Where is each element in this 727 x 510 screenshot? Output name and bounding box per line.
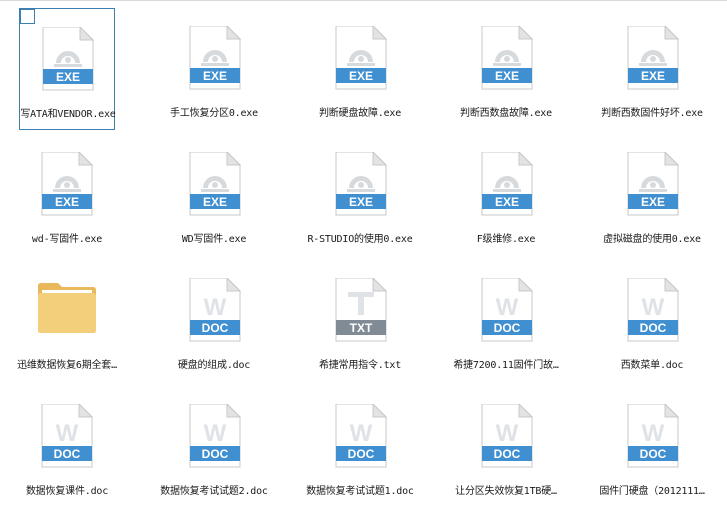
file-type-badge: DOC bbox=[348, 447, 375, 461]
file-name-label: 虚拟磁盘的使用0.exe bbox=[603, 234, 701, 245]
exe-icon: EXE bbox=[335, 152, 387, 216]
file-item[interactable]: W DOC 让分区失效恢复1TB硬… bbox=[436, 386, 576, 508]
file-type-badge: EXE bbox=[55, 195, 79, 209]
doc-icon: W DOC bbox=[335, 404, 387, 468]
file-item[interactable]: W DOC 希捷7200.11固件门故… bbox=[436, 260, 576, 382]
file-type-badge: EXE bbox=[641, 195, 665, 209]
folder-icon bbox=[37, 272, 96, 336]
doc-icon: W DOC bbox=[481, 404, 533, 468]
file-name-label: wd-写固件.exe bbox=[31, 234, 103, 245]
file-type-badge: TXT bbox=[350, 321, 373, 335]
exe-icon: EXE bbox=[627, 26, 679, 90]
doc-icon: W DOC bbox=[627, 278, 679, 342]
exe-icon: EXE bbox=[481, 26, 533, 90]
file-name-label: 判断硬盘故障.exe bbox=[318, 108, 402, 119]
file-type-badge: DOC bbox=[202, 447, 229, 461]
file-type-badge: EXE bbox=[203, 69, 227, 83]
svg-text:W: W bbox=[496, 294, 519, 321]
file-name-label: 硬盘的组成.doc bbox=[177, 360, 251, 371]
file-type-badge: EXE bbox=[495, 69, 519, 83]
file-name-label: 固件门硬盘（2012111… bbox=[599, 486, 705, 497]
file-type-badge: EXE bbox=[349, 69, 373, 83]
doc-icon: W DOC bbox=[189, 404, 241, 468]
file-item[interactable]: EXE R-STUDIO的使用0.exe bbox=[290, 134, 430, 256]
file-name-label: 判断西数盘故障.exe bbox=[460, 108, 552, 119]
file-name-label: WD写固件.exe bbox=[181, 234, 247, 245]
file-name-label: R-STUDIO的使用0.exe bbox=[307, 234, 413, 245]
file-type-badge: EXE bbox=[641, 69, 665, 83]
svg-text:W: W bbox=[204, 294, 227, 321]
selection-checkbox[interactable] bbox=[20, 9, 35, 24]
file-type-badge: DOC bbox=[494, 321, 521, 335]
file-item[interactable]: EXE wd-写固件.exe bbox=[19, 134, 115, 256]
file-name-label: 手工恢复分区0.exe bbox=[170, 108, 258, 119]
file-item[interactable]: W DOC 西数菜单.doc bbox=[582, 260, 722, 382]
file-type-badge: EXE bbox=[203, 195, 227, 209]
exe-icon: EXE bbox=[42, 27, 94, 91]
exe-icon: EXE bbox=[627, 152, 679, 216]
file-item[interactable]: 迅维数据恢复6期全套… bbox=[17, 260, 117, 382]
file-name-label: 迅维数据恢复6期全套… bbox=[17, 360, 117, 371]
file-item[interactable]: EXE F级维修.exe bbox=[436, 134, 576, 256]
file-name-label: 让分区失效恢复1TB硬… bbox=[455, 486, 557, 497]
exe-icon: EXE bbox=[335, 26, 387, 90]
doc-icon: W DOC bbox=[627, 404, 679, 468]
svg-text:W: W bbox=[642, 420, 665, 447]
file-item[interactable]: EXE 判断西数盘故障.exe bbox=[436, 8, 576, 130]
exe-icon: EXE bbox=[481, 152, 533, 216]
file-item[interactable]: EXE 手工恢复分区0.exe bbox=[144, 8, 284, 130]
file-name-label: 数据恢复课件.doc bbox=[25, 486, 109, 497]
file-item[interactable]: W DOC 固件门硬盘（2012111… bbox=[582, 386, 722, 508]
file-item[interactable]: EXE WD写固件.exe bbox=[144, 134, 284, 256]
exe-icon: EXE bbox=[189, 152, 241, 216]
doc-icon: W DOC bbox=[41, 404, 93, 468]
file-name-label: 西数菜单.doc bbox=[620, 360, 684, 371]
file-type-badge: DOC bbox=[494, 447, 521, 461]
file-item[interactable]: W DOC 数据恢复考试试题2.doc bbox=[144, 386, 284, 508]
file-type-badge: DOC bbox=[640, 447, 667, 461]
file-item[interactable]: EXE 判断硬盘故障.exe bbox=[290, 8, 430, 130]
svg-text:W: W bbox=[496, 420, 519, 447]
exe-icon: EXE bbox=[41, 152, 93, 216]
svg-text:W: W bbox=[350, 420, 373, 447]
file-item[interactable]: EXE 判断西数固件好坏.exe bbox=[582, 8, 722, 130]
file-item[interactable]: TXT 希捷常用指令.txt bbox=[290, 260, 430, 382]
file-name-label: 数据恢复考试试题1.doc bbox=[306, 486, 414, 497]
doc-icon: W DOC bbox=[481, 278, 533, 342]
file-item[interactable]: EXE 写ATA和VENDOR.exe bbox=[19, 8, 116, 130]
file-type-badge: EXE bbox=[56, 70, 80, 84]
file-name-label: 判断西数固件好坏.exe bbox=[601, 108, 703, 119]
file-type-badge: EXE bbox=[349, 195, 373, 209]
exe-icon: EXE bbox=[189, 26, 241, 90]
svg-text:W: W bbox=[642, 294, 665, 321]
svg-text:W: W bbox=[204, 420, 227, 447]
file-item[interactable]: W DOC 硬盘的组成.doc bbox=[144, 260, 284, 382]
file-name-label: 写ATA和VENDOR.exe bbox=[20, 109, 116, 120]
file-name-label: 希捷7200.11固件门故… bbox=[453, 360, 559, 371]
file-grid: EXE 写ATA和VENDOR.exe EXE 手工恢复分区0.exe EXE 判断硬盘故… bbox=[0, 0, 727, 510]
file-type-badge: DOC bbox=[640, 321, 667, 335]
txt-icon: TXT bbox=[335, 278, 387, 342]
file-name-label: 希捷常用指令.txt bbox=[318, 360, 402, 371]
file-item[interactable]: W DOC 数据恢复考试试题1.doc bbox=[290, 386, 430, 508]
file-type-badge: DOC bbox=[54, 447, 81, 461]
file-item[interactable]: W DOC 数据恢复课件.doc bbox=[19, 386, 115, 508]
file-type-badge: DOC bbox=[202, 321, 229, 335]
file-name-label: F级维修.exe bbox=[476, 234, 536, 245]
file-item[interactable]: EXE 虚拟磁盘的使用0.exe bbox=[582, 134, 722, 256]
file-type-badge: EXE bbox=[495, 195, 519, 209]
doc-icon: W DOC bbox=[189, 278, 241, 342]
svg-text:W: W bbox=[56, 420, 79, 447]
file-name-label: 数据恢复考试试题2.doc bbox=[160, 486, 268, 497]
